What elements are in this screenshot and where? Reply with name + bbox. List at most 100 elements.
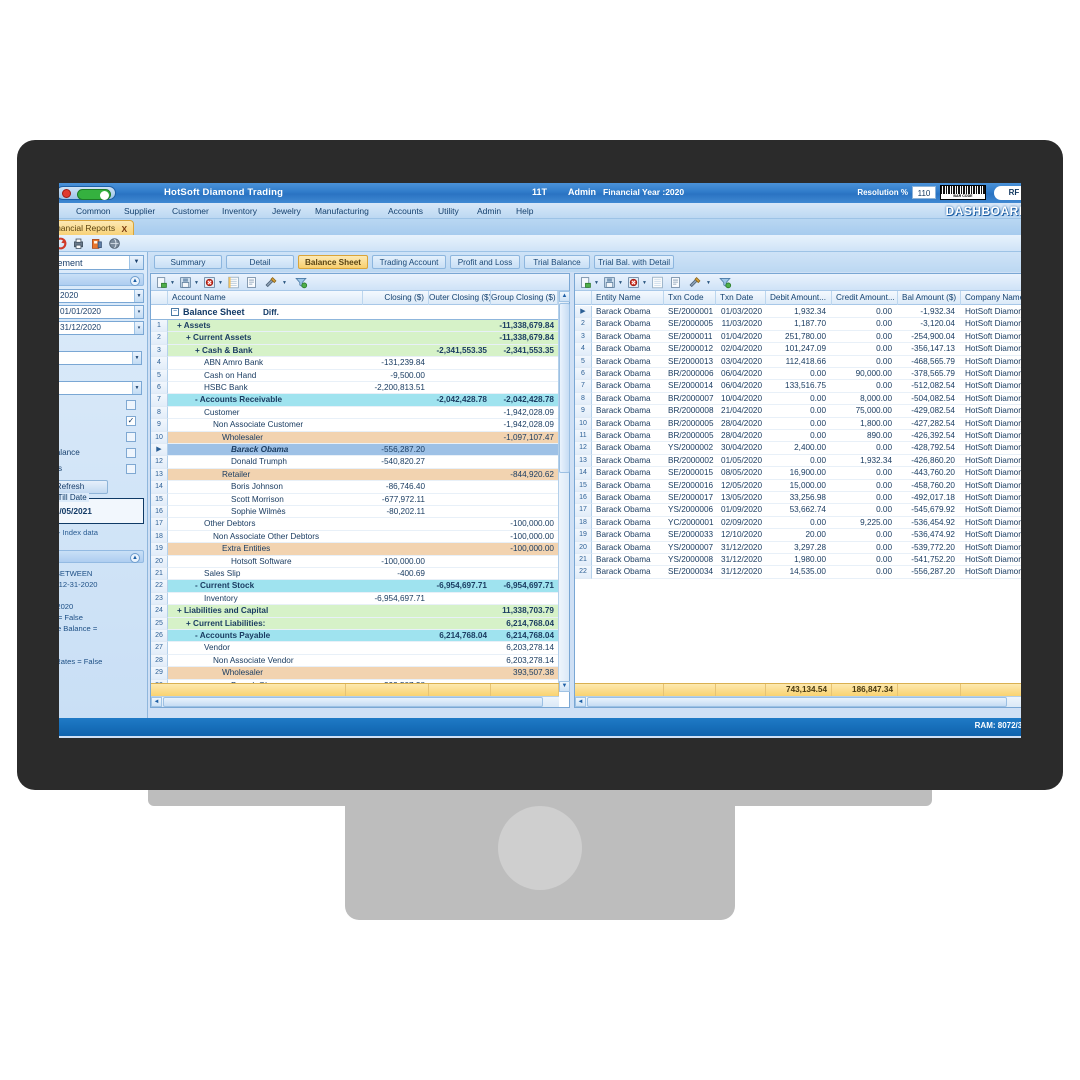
chevron-down-icon[interactable]: ▼ bbox=[193, 276, 199, 289]
company-input[interactable]: ▼ bbox=[59, 351, 142, 365]
tab-trial-bal-with-detail[interactable]: Trial Bal. with Detail bbox=[594, 255, 674, 269]
tab-detail[interactable]: Detail bbox=[226, 255, 294, 269]
table-row[interactable]: 21 Barack Obama YS/2000008 31/12/2020 1,980.… bbox=[575, 554, 1021, 567]
table-row[interactable]: 16 Barack Obama SE/2000017 13/05/2020 33,256… bbox=[575, 492, 1021, 505]
table-row[interactable]: 29 Wholesaler 393,507.38 bbox=[151, 667, 559, 680]
chevron-down-icon[interactable]: ▼ bbox=[134, 290, 143, 302]
entitywise-checkbox[interactable]: ✓ bbox=[126, 416, 136, 426]
table-row[interactable]: 24 + Liabilities and Capital 11,338,703.79 bbox=[151, 605, 559, 618]
table-row[interactable]: 12 Barack Obama YS/2000002 30/04/2020 2,400.… bbox=[575, 442, 1021, 455]
menu-item-customer[interactable]: Customer bbox=[172, 206, 209, 216]
scroll-up-icon[interactable]: ▲ bbox=[559, 291, 570, 302]
menu-item-accounts[interactable]: Accounts bbox=[388, 206, 423, 216]
categorywise-checkbox[interactable] bbox=[126, 432, 136, 442]
checkbox-categorywise[interactable]: Categorywise bbox=[59, 430, 144, 444]
report-icon[interactable] bbox=[245, 276, 258, 289]
checkbox-entitywise[interactable]: Entitywise ✓ bbox=[59, 414, 144, 428]
collapse-icon[interactable]: − bbox=[171, 308, 179, 316]
from-date-input[interactable]: 01/01/2020 ▾ bbox=[59, 305, 144, 319]
settings-globe-icon[interactable] bbox=[108, 237, 121, 250]
col-bal-amount[interactable]: Bal Amount ($) bbox=[898, 291, 961, 305]
table-row[interactable]: 25 + Current Liabilities: 6,214,768.04 bbox=[151, 617, 559, 630]
criteria-group-header[interactable]: ▲ bbox=[59, 550, 144, 563]
doc-tab-financial-reports[interactable]: Financial Reports X bbox=[59, 220, 135, 235]
tab-trial-balance[interactable]: Trial Balance bbox=[524, 255, 590, 269]
filter-icon[interactable] bbox=[717, 276, 733, 289]
table-row[interactable]: 7 - Accounts Receivable -2,042,428.78 -2,04… bbox=[151, 394, 559, 407]
table-row[interactable]: ▶ Barack Obama -556,287.20 bbox=[151, 444, 559, 457]
window-controls[interactable] bbox=[59, 186, 116, 200]
menu-item-common[interactable]: Common bbox=[76, 206, 110, 216]
col-credit-amount[interactable]: Credit Amount... bbox=[832, 291, 898, 305]
chevron-down-icon[interactable]: ▼ bbox=[169, 276, 175, 289]
barcode-icon[interactable]: BAR CODE bbox=[940, 185, 986, 200]
table-row[interactable]: 15 Barack Obama SE/2000016 12/05/2020 15,000… bbox=[575, 479, 1021, 492]
table-row[interactable]: 14 Barack Obama SE/2000015 08/05/2020 16,900… bbox=[575, 467, 1021, 480]
chevron-down-icon[interactable]: ▼ bbox=[705, 276, 711, 289]
balance-sheet-root-row[interactable]: − Balance Sheet Diff. bbox=[151, 306, 559, 320]
chevron-down-icon[interactable]: ▼ bbox=[593, 276, 599, 289]
col-outer-closing[interactable]: Outer Closing ($) bbox=[429, 291, 491, 305]
filter-icon[interactable] bbox=[293, 276, 309, 289]
col-closing[interactable]: Closing ($) bbox=[363, 291, 429, 305]
col-txn-code[interactable]: Txn Code bbox=[664, 291, 716, 305]
menu-item-inventory[interactable]: Inventory bbox=[222, 206, 257, 216]
tab-profit-and-loss[interactable]: Profit and Loss bbox=[450, 255, 520, 269]
opening-checkbox[interactable] bbox=[126, 400, 136, 410]
table-row[interactable]: 8 Customer -1,942,028.09 bbox=[151, 406, 559, 420]
table-row[interactable]: 9 Non Associate Customer -1,942,028.09 bbox=[151, 419, 559, 432]
chevron-down-icon[interactable]: ▼ bbox=[132, 352, 141, 364]
col-company-name[interactable]: Company Name bbox=[961, 291, 1021, 305]
excel-export-icon[interactable] bbox=[651, 276, 664, 289]
close-icon[interactable] bbox=[62, 189, 71, 198]
balance-sheet-vscrollbar[interactable]: ▲ ▼ bbox=[558, 291, 570, 692]
table-row[interactable]: 3 + Cash & Bank -2,341,553.35 -2,341,553.35 bbox=[151, 344, 559, 358]
new-document-icon[interactable] bbox=[579, 276, 592, 289]
table-row[interactable]: 4 ABN Amro Bank -131,239.84 bbox=[151, 357, 559, 370]
table-row[interactable]: 11 Barack Obama BR/2000005 28/04/2020 0.00 89… bbox=[575, 430, 1021, 443]
table-row[interactable]: 19 Extra Entities -100,000.00 bbox=[151, 543, 559, 556]
table-row[interactable]: 7 Barack Obama SE/2000014 06/04/2020 133,516… bbox=[575, 380, 1021, 393]
excel-export-icon[interactable] bbox=[227, 276, 240, 289]
table-row[interactable]: 22 Barack Obama SE/2000034 31/12/2020 14,535… bbox=[575, 566, 1021, 579]
table-row[interactable]: 18 Barack Obama YC/2000001 02/09/2020 0.00 9,… bbox=[575, 516, 1021, 530]
checkbox-exchange-rates[interactable]: Exchange Rates bbox=[59, 462, 144, 476]
table-row[interactable]: 2 + Current Assets -11,338,679.84 bbox=[151, 332, 559, 345]
report-icon[interactable] bbox=[669, 276, 682, 289]
tools-icon[interactable] bbox=[263, 276, 279, 289]
table-row[interactable]: 5 Barack Obama SE/2000013 03/04/2020 112,418… bbox=[575, 355, 1021, 368]
power-toggle-icon[interactable] bbox=[77, 188, 111, 200]
col-account-name[interactable]: Account Name bbox=[168, 291, 363, 305]
tab-balance-sheet[interactable]: Balance Sheet bbox=[298, 255, 368, 269]
table-row[interactable]: 8 Barack Obama BR/2000007 10/04/2020 0.00 8,0… bbox=[575, 392, 1021, 406]
menu-item-jewelry[interactable]: Jewelry bbox=[272, 206, 301, 216]
scroll-down-icon[interactable]: ▼ bbox=[559, 681, 570, 692]
resolution-input[interactable]: 110 bbox=[912, 186, 936, 199]
col-debit-amount[interactable]: Debit Amount... bbox=[766, 291, 832, 305]
menu-item-manufacturing[interactable]: Manufacturing bbox=[315, 206, 369, 216]
balance-sheet-hscrollbar[interactable]: ◄ bbox=[151, 696, 559, 707]
delete-grid-icon[interactable] bbox=[627, 276, 640, 289]
chevron-down-icon[interactable]: ▼ bbox=[617, 276, 623, 289]
table-row[interactable]: 6 HSBC Bank -2,200,813.51 bbox=[151, 382, 559, 395]
checkbox-entity-merge-balance[interactable]: Entity Merge Balance bbox=[59, 446, 144, 460]
print-icon[interactable] bbox=[72, 237, 85, 250]
col-group-closing[interactable]: Group Closing ($) bbox=[491, 291, 558, 305]
table-row[interactable]: 6 Barack Obama BR/2000006 06/04/2020 0.00 90,… bbox=[575, 368, 1021, 381]
table-row[interactable]: 20 Hotsoft Software -100,000.00 bbox=[151, 555, 559, 568]
table-row[interactable]: 9 Barack Obama BR/2000008 21/04/2020 0.00 75,… bbox=[575, 405, 1021, 418]
menu-item-help[interactable]: Help bbox=[516, 206, 533, 216]
table-row[interactable]: 13 Retailer -844,920.62 bbox=[151, 468, 559, 482]
chevron-down-icon[interactable]: ▼ bbox=[641, 276, 647, 289]
menu-item-utility[interactable]: Utility bbox=[438, 206, 459, 216]
export-icon[interactable] bbox=[90, 237, 103, 250]
refresh-icon[interactable] bbox=[59, 237, 67, 250]
table-row[interactable]: 12 Donald Trumph -540,820.27 bbox=[151, 456, 559, 469]
table-row[interactable]: 14 Boris Johnson -86,746.40 bbox=[151, 481, 559, 494]
table-row[interactable]: 23 Inventory -6,954,697.71 bbox=[151, 592, 559, 606]
chevron-down-icon[interactable]: ▼ bbox=[281, 276, 287, 289]
table-row[interactable]: 15 Scott Morrison -677,972.11 bbox=[151, 493, 559, 506]
col-entity-name[interactable]: Entity Name bbox=[592, 291, 664, 305]
tab-summary[interactable]: Summary bbox=[154, 255, 222, 269]
scroll-thumb[interactable] bbox=[587, 697, 1007, 707]
